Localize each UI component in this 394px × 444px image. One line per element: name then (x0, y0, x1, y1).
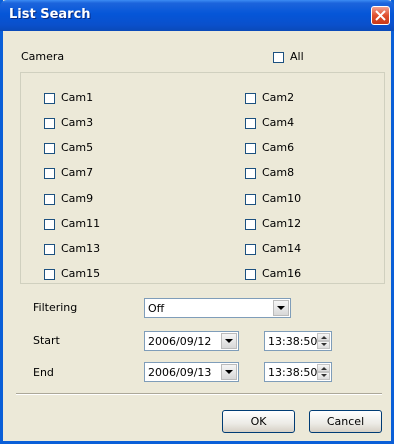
cam12-checkbox[interactable] (245, 219, 256, 230)
end-date-picker[interactable]: 2006/09/13 (144, 362, 239, 382)
cam11-checkbox[interactable] (44, 219, 55, 230)
filtering-label: Filtering (33, 301, 78, 314)
cam4-label[interactable]: Cam4 (262, 116, 294, 129)
chevron-down-icon (321, 343, 327, 346)
cam11-label[interactable]: Cam11 (61, 217, 100, 230)
cam10-checkbox[interactable] (245, 194, 256, 205)
all-checkbox[interactable] (273, 52, 284, 63)
cam7-label[interactable]: Cam7 (61, 166, 93, 179)
window-title: List Search (9, 7, 91, 22)
cam15-checkbox[interactable] (44, 269, 55, 280)
chevron-down-icon (225, 339, 233, 343)
close-icon (375, 10, 386, 21)
end-label: End (33, 366, 54, 379)
cancel-button[interactable]: Cancel (309, 410, 382, 433)
cam7-checkbox[interactable] (44, 168, 55, 179)
end-date-dropdown-button[interactable] (221, 364, 237, 380)
cam5-checkbox[interactable] (44, 143, 55, 154)
cam1-checkbox[interactable] (44, 93, 55, 104)
title-bar[interactable]: List Search (0, 0, 394, 31)
cam8-checkbox[interactable] (245, 168, 256, 179)
chevron-down-icon (225, 370, 233, 374)
end-time-value: 13:38:50 (268, 366, 318, 379)
cam10-label[interactable]: Cam10 (262, 192, 301, 205)
separator (16, 393, 382, 395)
start-time-spinner[interactable]: 13:38:50 (264, 331, 332, 351)
cam6-checkbox[interactable] (245, 143, 256, 154)
chevron-down-icon (277, 306, 285, 310)
cam9-label[interactable]: Cam9 (61, 192, 93, 205)
end-date-value: 2006/09/13 (148, 366, 212, 379)
cam2-checkbox[interactable] (245, 93, 256, 104)
cam14-checkbox[interactable] (245, 244, 256, 255)
filtering-value: Off (148, 302, 165, 315)
cam2-label[interactable]: Cam2 (262, 91, 294, 104)
cam5-label[interactable]: Cam5 (61, 141, 93, 154)
chevron-down-icon (321, 374, 327, 377)
start-time-down-button[interactable] (317, 341, 330, 349)
camera-label: Camera (21, 50, 65, 63)
start-date-picker[interactable]: 2006/09/12 (144, 331, 239, 351)
all-checkbox-label[interactable]: All (290, 50, 304, 63)
start-date-dropdown-button[interactable] (221, 333, 237, 349)
cam13-label[interactable]: Cam13 (61, 242, 100, 255)
start-label: Start (33, 334, 60, 347)
cam3-label[interactable]: Cam3 (61, 116, 93, 129)
end-time-spinner[interactable]: 13:38:50 (264, 362, 332, 382)
cam14-label[interactable]: Cam14 (262, 242, 301, 255)
cam15-label[interactable]: Cam15 (61, 267, 100, 280)
ok-button[interactable]: OK (222, 410, 295, 433)
filtering-select[interactable]: Off (144, 298, 291, 318)
filtering-dropdown-button[interactable] (273, 300, 289, 316)
chevron-up-icon (321, 367, 327, 370)
cam4-checkbox[interactable] (245, 118, 256, 129)
start-time-value: 13:38:50 (268, 335, 318, 348)
end-time-up-button[interactable] (317, 364, 330, 372)
cam9-checkbox[interactable] (44, 194, 55, 205)
cam16-label[interactable]: Cam16 (262, 267, 301, 280)
cam13-checkbox[interactable] (44, 244, 55, 255)
chevron-up-icon (321, 336, 327, 339)
cam16-checkbox[interactable] (245, 269, 256, 280)
end-time-down-button[interactable] (317, 372, 330, 380)
cam1-label[interactable]: Cam1 (61, 91, 93, 104)
close-button[interactable] (371, 6, 390, 25)
start-date-value: 2006/09/12 (148, 335, 212, 348)
cam8-label[interactable]: Cam8 (262, 166, 294, 179)
cam12-label[interactable]: Cam12 (262, 217, 301, 230)
cam3-checkbox[interactable] (44, 118, 55, 129)
start-time-up-button[interactable] (317, 333, 330, 341)
cam6-label[interactable]: Cam6 (262, 141, 294, 154)
